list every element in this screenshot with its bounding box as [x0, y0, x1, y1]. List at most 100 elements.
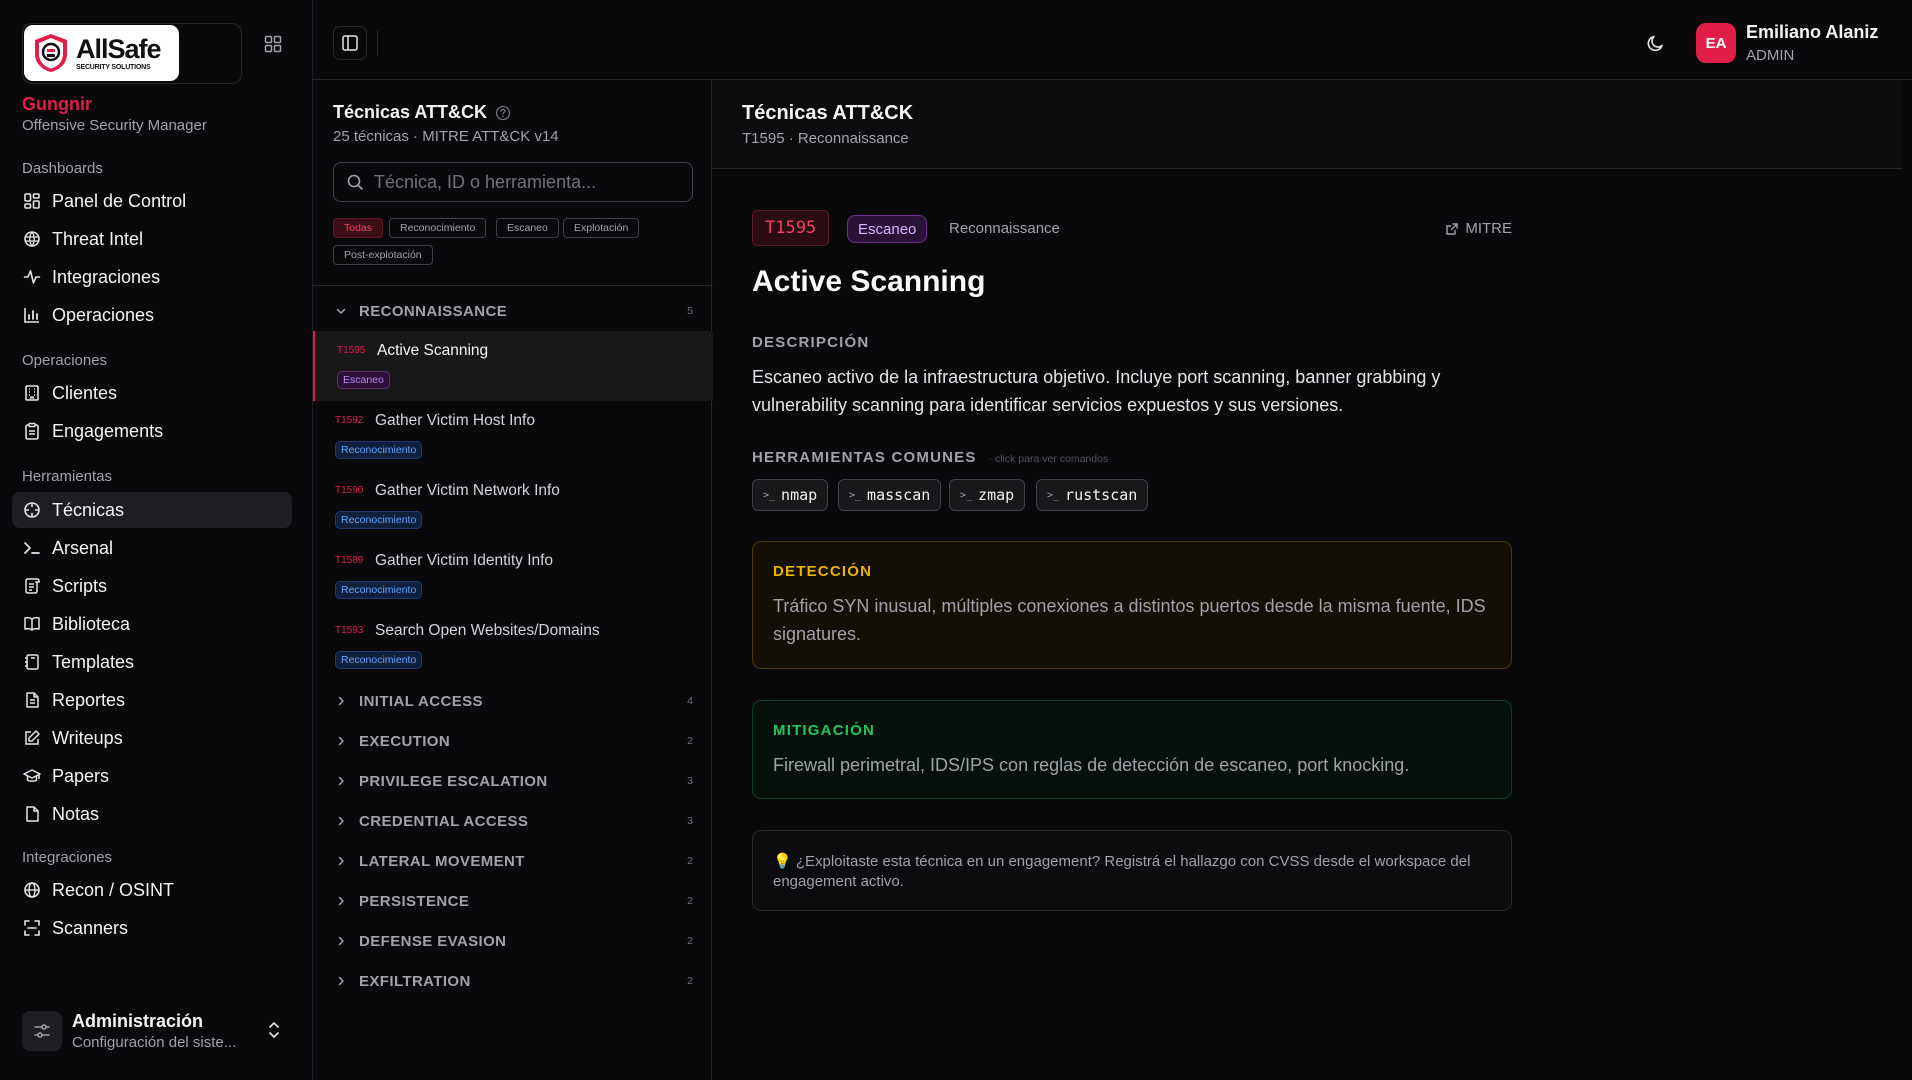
technique-item-t1592[interactable]: T1592 Gather Victim Host Info Reconocimi… — [313, 401, 713, 471]
group-name: RECONNAISSANCE — [359, 302, 508, 320]
topbar: EA Emiliano Alaniz ADMIN — [312, 0, 1912, 80]
nav-item-papers[interactable]: Papers — [12, 758, 292, 794]
filter-chip-reconocimiento[interactable]: Reconocimiento — [389, 218, 487, 238]
org-name: Gungnir — [22, 94, 92, 114]
tools-hint: · click para ver comandos — [988, 453, 1109, 465]
filter-chip-explotacion[interactable]: Explotación — [563, 218, 640, 238]
technique-item-t1595[interactable]: T1595 Active Scanning Escaneo — [313, 331, 713, 401]
mitre-link[interactable]: MITRE — [1445, 220, 1512, 237]
sidebar: AllSafe SECURITY SOLUTIONS Gungnir Offen… — [0, 0, 312, 1080]
nav-item-reportes[interactable]: Reportes — [12, 682, 292, 718]
activity-icon — [22, 267, 42, 287]
brand-card[interactable]: AllSafe SECURITY SOLUTIONS — [22, 23, 242, 84]
group-header-exfiltration[interactable]: EXFILTRATION 2 — [313, 961, 713, 1001]
technique-item-t1589[interactable]: T1589 Gather Victim Identity Info Recono… — [313, 541, 713, 611]
nav-item-scripts[interactable]: Scripts — [12, 568, 292, 604]
mitigation-label: MITIGACIÓN — [773, 722, 875, 739]
chevron-right-icon — [335, 935, 347, 947]
nav-item-label: Arsenal — [52, 537, 114, 558]
tool-chip-zmap[interactable]: >_ zmap — [949, 479, 1026, 511]
filter-chip-escaneo[interactable]: Escaneo — [496, 218, 559, 238]
techniques-title: Técnicas ATT&CK — [333, 102, 511, 123]
user-role: ADMIN — [1746, 47, 1795, 64]
tool-name: rustscan — [1065, 486, 1138, 504]
mitigation-box: MITIGACIÓN Firewall perimetral, IDS/IPS … — [752, 700, 1512, 799]
terminal-prompt-icon: >_ — [763, 489, 776, 501]
org-role: Offensive Security Manager — [22, 117, 207, 134]
technique-id: T1589 — [335, 555, 364, 566]
help-circle-icon[interactable] — [495, 105, 511, 121]
technique-item-t1590[interactable]: T1590 Gather Victim Network Info Reconoc… — [313, 471, 713, 541]
group-count: 5 — [687, 305, 693, 317]
description-text: Escaneo activo de la infraestructura obj… — [752, 367, 1441, 415]
technique-badge: Escaneo — [337, 371, 390, 389]
nav-item-label: Panel de Control — [52, 190, 187, 211]
nav-item-arsenal[interactable]: Arsenal — [12, 530, 292, 566]
avatar[interactable]: EA — [1696, 23, 1736, 63]
tool-name: masscan — [867, 486, 931, 504]
nav-item-biblioteca[interactable]: Biblioteca — [12, 606, 292, 642]
logo-wordmark: AllSafe — [76, 33, 162, 64]
group-header-initial-access[interactable]: INITIAL ACCESS 4 — [313, 681, 713, 721]
detail-header-title: Técnicas ATT&CK — [742, 102, 914, 124]
search-box[interactable] — [333, 162, 693, 202]
nav-item-writeups[interactable]: Writeups — [12, 720, 292, 756]
group-header-reconnaissance[interactable]: RECONNAISSANCE 5 — [313, 291, 713, 331]
phase-label: Reconnaissance — [949, 220, 1060, 237]
external-link-icon — [1446, 222, 1459, 235]
tool-name: zmap — [978, 486, 1015, 504]
technique-item-t1593[interactable]: T1593 Search Open Websites/Domains Recon… — [313, 611, 713, 681]
nav-item-operaciones[interactable]: Operaciones — [12, 297, 292, 333]
settings-sliders-icon — [22, 1011, 62, 1051]
filter-chip-post-explotacion[interactable]: Post-explotación — [333, 245, 433, 265]
nav-item-clientes[interactable]: Clientes — [12, 375, 292, 411]
chevron-right-icon — [335, 815, 347, 827]
book-open-icon — [22, 614, 42, 634]
technique-name: Active Scanning — [377, 342, 489, 359]
apps-grid-button[interactable] — [262, 33, 284, 55]
user-name[interactable]: Emiliano Alaniz — [1746, 22, 1878, 43]
nav-item-panel-de-control[interactable]: Panel de Control — [12, 183, 292, 219]
sidebar-toggle-button[interactable] — [333, 26, 367, 60]
technique-id: T1592 — [335, 415, 364, 426]
nav-item-templates[interactable]: Templates — [12, 644, 292, 680]
group-header-persistence[interactable]: PERSISTENCE 2 — [313, 881, 713, 921]
group-name: INITIAL ACCESS — [359, 692, 483, 710]
edit-icon — [22, 728, 42, 748]
tool-name: nmap — [781, 486, 818, 504]
chevron-right-icon — [335, 975, 347, 987]
admin-menu[interactable]: Administración Configuración del siste..… — [22, 1008, 290, 1054]
engagement-tip-text: 💡 ¿Exploitaste esta técnica en un engage… — [773, 853, 1471, 890]
scan-icon — [22, 918, 42, 938]
nav-item-scanners[interactable]: Scanners — [12, 910, 292, 946]
nav-item-integraciones[interactable]: Integraciones — [12, 259, 292, 295]
technique-badge: Reconocimiento — [335, 441, 423, 459]
scroll-icon — [22, 576, 42, 596]
chevron-down-icon — [335, 305, 347, 317]
tool-chip-rustscan[interactable]: >_ rustscan — [1036, 479, 1149, 511]
nav-item-label: Técnicas — [52, 499, 125, 520]
nav-item-tecnicas[interactable]: Técnicas — [12, 492, 292, 528]
tool-chip-masscan[interactable]: >_ masscan — [838, 479, 942, 511]
theme-toggle-button[interactable] — [1643, 30, 1669, 56]
group-header-defense-evasion[interactable]: DEFENSE EVASION 2 — [313, 921, 713, 961]
group-header-privilege-escalation[interactable]: PRIVILEGE ESCALATION 3 — [313, 761, 713, 801]
nav-item-label: Engagements — [52, 420, 164, 441]
group-header-credential-access[interactable]: CREDENTIAL ACCESS 3 — [313, 801, 713, 841]
filter-chip-todas[interactable]: Todas — [333, 218, 384, 238]
nav-item-threat-intel[interactable]: Threat Intel — [12, 221, 292, 257]
nav-item-label: Recon / OSINT — [52, 879, 175, 900]
nav-item-engagements[interactable]: Engagements — [12, 413, 292, 449]
nav-item-recon-osint[interactable]: Recon / OSINT — [12, 872, 292, 908]
group-header-execution[interactable]: EXECUTION 2 — [313, 721, 713, 761]
group-count: 2 — [687, 935, 693, 947]
search-input[interactable] — [374, 171, 674, 193]
nav-item-label: Operaciones — [52, 304, 155, 325]
chevron-right-icon — [335, 855, 347, 867]
tool-chip-nmap[interactable]: >_ nmap — [752, 479, 829, 511]
nav-item-notas[interactable]: Notas — [12, 796, 292, 832]
detection-box: DETECCIÓN Tráfico SYN inusual, múltiples… — [752, 541, 1512, 669]
search-icon — [347, 174, 363, 190]
group-header-lateral-movement[interactable]: LATERAL MOVEMENT 2 — [313, 841, 713, 881]
group-count: 3 — [687, 775, 693, 787]
